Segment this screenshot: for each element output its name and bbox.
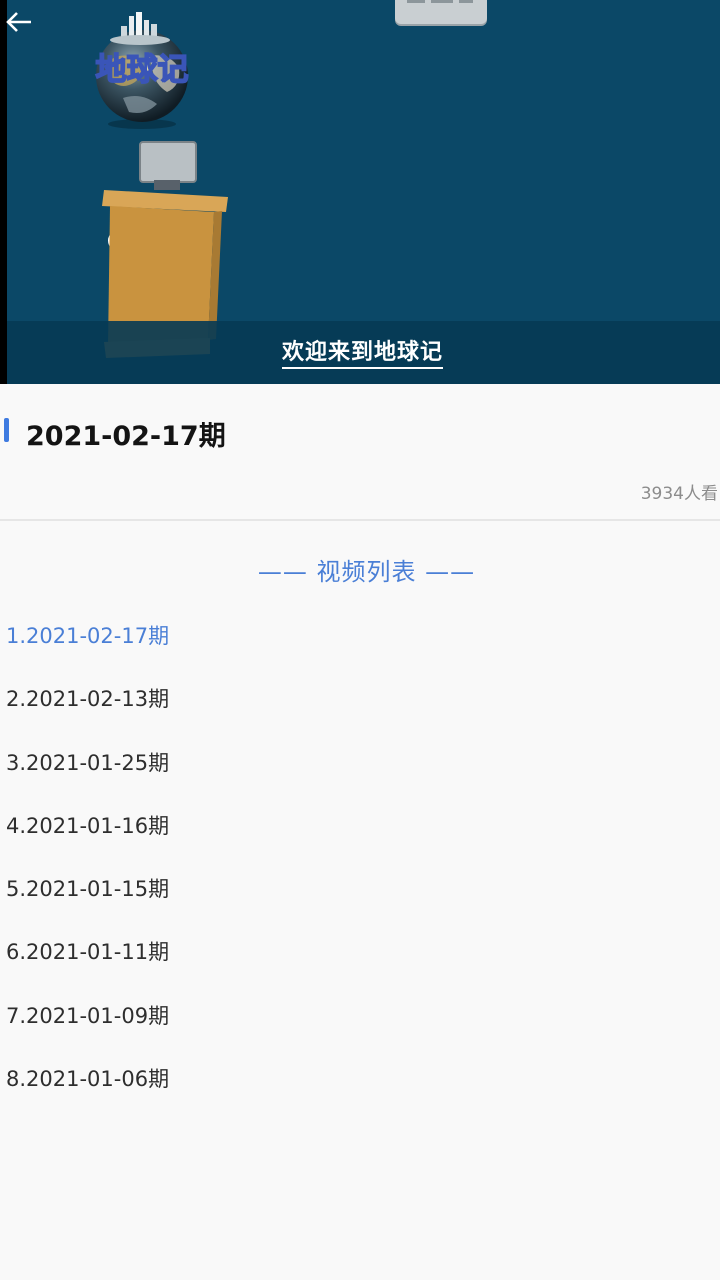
video-list-heading: —— 视频列表 —— — [257, 558, 476, 586]
video-list-item[interactable]: 2.2021-02-13期 — [0, 668, 720, 731]
video-list-item[interactable]: 5.2021-01-15期 — [0, 858, 720, 921]
projector-vent — [431, 0, 453, 3]
video-list-item[interactable]: 4.2021-01-16期 — [0, 795, 720, 858]
globe-logo: 地球记 — [95, 12, 189, 129]
logo-text: 地球记 — [96, 52, 189, 88]
projector-illustration — [395, 0, 487, 24]
projector-vent — [459, 0, 473, 3]
title-accent-bar — [4, 418, 9, 442]
video-player[interactable]: 地球记 欢迎来到地球记 — [0, 0, 720, 384]
video-list-item[interactable]: 8.2021-01-06期 — [0, 1048, 720, 1111]
projector-vent — [407, 0, 425, 3]
episode-title: 2021-02-17期 — [26, 421, 226, 452]
video-list-item[interactable]: 6.2021-01-11期 — [0, 921, 720, 984]
player-left-edge — [0, 0, 7, 384]
video-list: 1.2021-02-17期 2.2021-02-13期 3.2021-01-25… — [0, 605, 720, 1111]
arrow-left-icon — [6, 12, 31, 32]
video-list-item[interactable]: 1.2021-02-17期 — [0, 605, 720, 668]
back-button[interactable] — [4, 8, 34, 36]
video-list-item[interactable]: 3.2021-01-25期 — [0, 732, 720, 795]
video-list-item[interactable]: 7.2021-01-09期 — [0, 985, 720, 1048]
divider — [0, 519, 720, 521]
video-caption: 欢迎来到地球记 — [282, 334, 444, 369]
view-count: 3934人看 — [640, 484, 718, 504]
